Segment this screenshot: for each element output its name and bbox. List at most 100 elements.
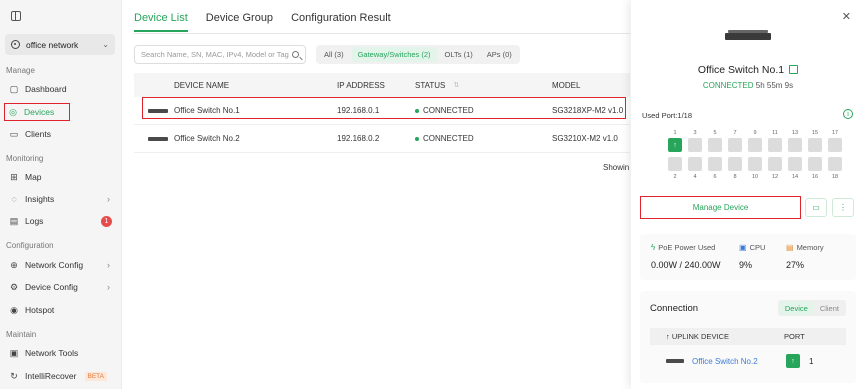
uplink-device-link[interactable]: Office Switch No.2: [692, 357, 758, 366]
memory-icon: ▤: [786, 243, 794, 252]
logs-count-badge: 1: [101, 215, 112, 227]
port-slot[interactable]: [668, 157, 682, 171]
sort-icon[interactable]: ⇅: [453, 81, 459, 89]
manage-device-button[interactable]: Manage Device: [640, 196, 801, 219]
port-slot[interactable]: [788, 157, 802, 171]
port-slot[interactable]: [688, 138, 702, 152]
device-type-filters: All (3) Gateway/Switches (2) OLTs (1) AP…: [316, 45, 520, 64]
device-name-cell[interactable]: Office Switch No.2: [174, 134, 240, 143]
port-slot[interactable]: [828, 157, 842, 171]
col-ip-address[interactable]: IP ADDRESS: [337, 81, 385, 90]
port-header: PORT: [784, 332, 805, 341]
cpu-value: 9%: [739, 260, 753, 270]
gear-icon: ⚙: [9, 281, 19, 292]
logs-icon: ▤: [9, 215, 19, 226]
col-device-name[interactable]: DEVICE NAME: [174, 81, 229, 90]
sidebar-item-map[interactable]: ⊞ Map: [6, 168, 116, 186]
device-table: DEVICE NAME IP ADDRESS STATUS ⇅ MODEL Of…: [134, 73, 630, 153]
port-number-label: 3: [693, 130, 697, 136]
switch-thumbnail-icon: [148, 108, 168, 113]
sidebar-item-devices[interactable]: ◎ Devices: [4, 103, 70, 121]
filter-aps[interactable]: APs (0): [481, 47, 518, 62]
sidebar-toggle-icon[interactable]: [11, 11, 21, 21]
tab-device-group[interactable]: Device Group: [206, 12, 273, 32]
search-input[interactable]: Search Name, SN, MAC, IPv4, Model or Tag: [134, 45, 306, 64]
connection-title: Connection: [650, 303, 699, 314]
tab-device-list[interactable]: Device List: [134, 12, 188, 32]
port-slot[interactable]: [748, 157, 762, 171]
uplink-table-header: ↑ UPLINK DEVICE PORT: [650, 328, 846, 345]
port-number-label: 4: [693, 174, 697, 180]
sidebar-item-dashboard[interactable]: ▢ Dashboard: [6, 80, 116, 98]
sidebar-item-network-config[interactable]: ⊕ Network Config ›: [6, 256, 116, 274]
memory-value: 27%: [786, 260, 805, 270]
uplink-row: Office Switch No.2 ↑ 1: [650, 351, 846, 371]
col-status[interactable]: STATUS ⇅: [415, 81, 459, 90]
poe-value: 0.00W / 240.00W: [651, 260, 721, 270]
edit-icon[interactable]: [789, 65, 799, 74]
pagination-summary: Showin: [603, 163, 630, 172]
calendar-button-icon[interactable]: ▭: [805, 198, 827, 217]
status-cell: CONNECTED: [415, 134, 474, 143]
port-number-label: 15: [811, 130, 819, 136]
sidebar-item-hotspot[interactable]: ◉ Hotspot: [6, 301, 116, 319]
connection-status: CONNECTED: [702, 81, 754, 90]
port-number-label: 16: [811, 174, 819, 180]
port-slot[interactable]: [728, 138, 742, 152]
port-slot[interactable]: [768, 157, 782, 171]
sidebar-item-logs[interactable]: ▤ Logs 1: [6, 212, 116, 230]
hotspot-icon: ◉: [10, 304, 18, 315]
port-slot[interactable]: [708, 138, 722, 152]
status-cell: CONNECTED: [415, 106, 474, 115]
sidebar-item-clients[interactable]: ▭ Clients: [6, 125, 116, 143]
used-port-label: Used Port:1/18: [642, 111, 693, 120]
sidebar-item-insights[interactable]: ◌ Insights ›: [6, 190, 116, 208]
port-number-label: 12: [771, 174, 779, 180]
connection-section: Connection Device Client ↑ UPLINK DEVICE…: [640, 291, 856, 383]
port-number-label: 10: [751, 174, 759, 180]
toggle-client[interactable]: Client: [814, 301, 845, 315]
port-up-icon[interactable]: ↑: [668, 138, 682, 152]
dashboard-icon: ▢: [9, 83, 19, 94]
close-icon[interactable]: ✕: [842, 10, 851, 23]
filter-all[interactable]: All (3): [318, 47, 350, 62]
sidebar-item-intellirecover[interactable]: ↻ IntelliRecover BETA: [6, 367, 116, 385]
more-options-icon[interactable]: ⋮: [832, 198, 854, 217]
port-slot[interactable]: [688, 157, 702, 171]
port-slot[interactable]: [828, 138, 842, 152]
port-number-label: 9: [753, 130, 757, 136]
port-slot[interactable]: [768, 138, 782, 152]
toolbox-icon: ▣: [9, 347, 19, 358]
uplink-device-header: ↑ UPLINK DEVICE: [666, 332, 729, 341]
stat-poe: ϟ PoE Power Used 0.00W / 240.00W: [651, 243, 721, 270]
site-selector[interactable]: office network ⌄: [5, 34, 115, 55]
port-slot[interactable]: [808, 157, 822, 171]
table-row[interactable]: Office Switch No.1 192.168.0.1 CONNECTED…: [134, 97, 630, 125]
toggle-device[interactable]: Device: [778, 301, 814, 315]
beta-badge: BETA: [84, 371, 107, 381]
port-slot[interactable]: [728, 157, 742, 171]
table-row[interactable]: Office Switch No.2 192.168.0.2 CONNECTED…: [134, 125, 630, 153]
port-number-label: 13: [791, 130, 799, 136]
port-slot[interactable]: [708, 157, 722, 171]
filter-olts[interactable]: OLTs (1): [439, 47, 479, 62]
port-slot[interactable]: [788, 138, 802, 152]
sidebar-item-network-tools[interactable]: ▣ Network Tools: [6, 344, 116, 362]
device-name-cell[interactable]: Office Switch No.1: [174, 106, 240, 115]
search-placeholder: Search Name, SN, MAC, IPv4, Model or Tag: [141, 50, 289, 59]
info-icon[interactable]: i: [843, 109, 853, 119]
port-number-label: 1: [673, 130, 677, 136]
sidebar-item-device-config[interactable]: ⚙ Device Config ›: [6, 278, 116, 296]
port-number-label: 5: [713, 130, 717, 136]
stat-memory: ▤ Memory 27%: [786, 243, 824, 270]
port-slot[interactable]: [808, 138, 822, 152]
port-number-label: 7: [733, 130, 737, 136]
filter-gateway-switches[interactable]: Gateway/Switches (2): [351, 47, 437, 62]
device-stats: ϟ PoE Power Used 0.00W / 240.00W ▣ CPU 9% …: [640, 234, 856, 280]
port-number-label: 14: [791, 174, 799, 180]
col-model[interactable]: MODEL: [552, 81, 580, 90]
switch-image: [725, 30, 771, 40]
tab-configuration-result[interactable]: Configuration Result: [291, 12, 391, 32]
connection-toggle: Device Client: [777, 300, 846, 316]
port-slot[interactable]: [748, 138, 762, 152]
